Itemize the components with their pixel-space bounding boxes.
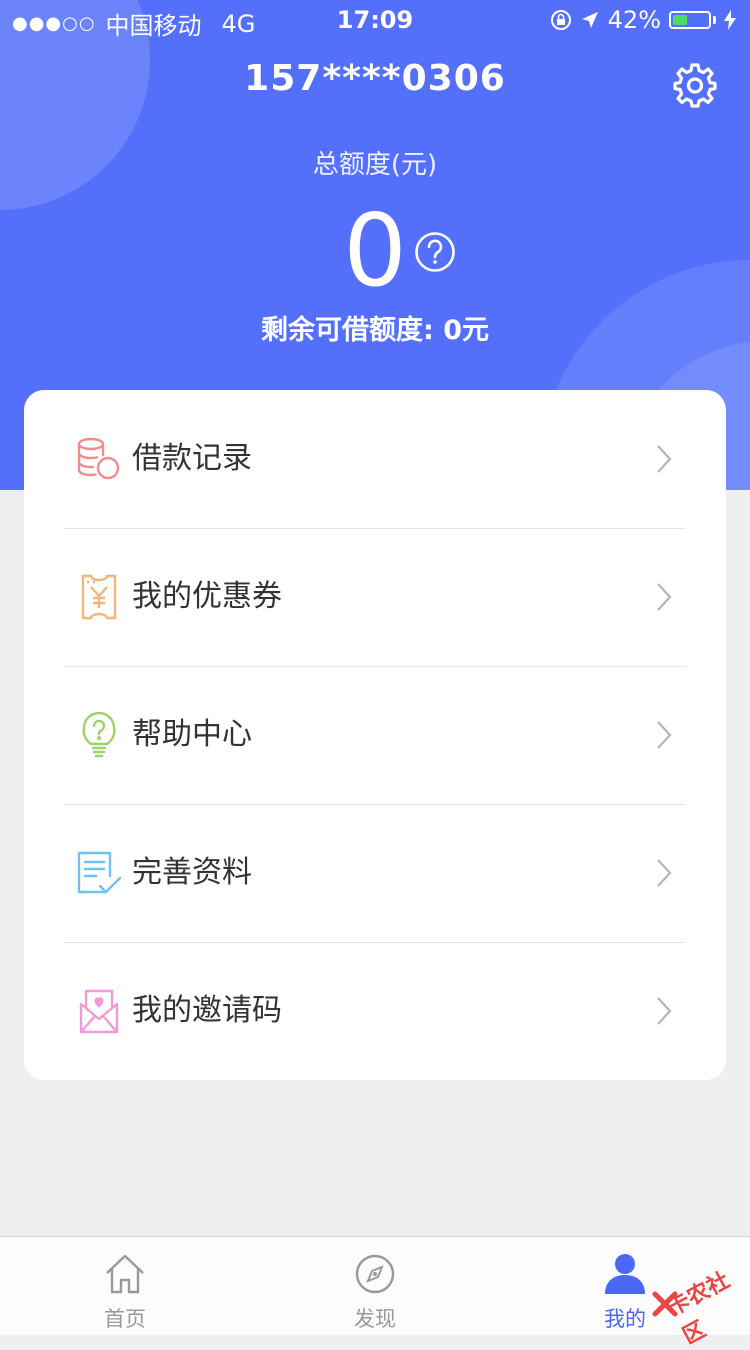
menu-item-complete-profile[interactable]: 完善资料: [64, 804, 686, 943]
menu-item-label: 借款记录: [132, 441, 252, 476]
chevron-right-icon: [657, 445, 672, 473]
battery-tip: [713, 16, 716, 24]
tab-bar: 首页 发现 我的: [0, 1236, 750, 1335]
rotation-lock-icon: [550, 10, 571, 30]
user-icon: [605, 1254, 645, 1294]
chevron-right-icon: [657, 721, 672, 749]
gear-icon[interactable]: [672, 62, 718, 108]
menu-item-help-center[interactable]: 帮助中心: [64, 666, 686, 805]
envelope-heart-icon: [79, 989, 119, 1034]
menu-item-invite-code[interactable]: 我的邀请码: [64, 942, 686, 1080]
document-check-icon: [77, 851, 122, 894]
question-circle-icon[interactable]: [414, 231, 456, 273]
lightbulb-icon: [82, 712, 116, 758]
battery-percent: 42%: [607, 6, 661, 34]
tab-discover[interactable]: 发现: [250, 1237, 500, 1335]
coins-icon: [77, 437, 120, 480]
user-phone: 157****0306: [244, 58, 506, 99]
menu-item-label: 完善资料: [132, 855, 252, 890]
compass-icon: [355, 1254, 395, 1294]
charging-bolt-icon: [724, 10, 736, 30]
menu-item-loan-records[interactable]: 借款记录: [64, 390, 686, 529]
chevron-right-icon: [657, 997, 672, 1025]
chevron-right-icon: [657, 583, 672, 611]
menu-item-label: 我的优惠券: [132, 579, 282, 614]
remaining-limit: 剩余可借额度: 0元: [261, 315, 489, 346]
tab-home[interactable]: 首页: [0, 1237, 250, 1335]
location-arrow-icon: [581, 12, 598, 28]
tab-label: 首页: [104, 1307, 146, 1331]
menu-item-label: 我的邀请码: [132, 993, 282, 1028]
total-limit-amount: 0: [343, 192, 407, 309]
menu-item-label: 帮助中心: [132, 717, 252, 752]
coupon-icon: [81, 574, 117, 620]
status-bar: ●●●○○ 中国移动 4G 17:09 42%: [0, 0, 750, 40]
chevron-right-icon: [657, 859, 672, 887]
battery-icon: [669, 11, 711, 29]
total-limit-label: 总额度(元): [312, 150, 438, 180]
menu-item-coupons[interactable]: 我的优惠券: [64, 528, 686, 667]
tab-label: 发现: [354, 1307, 396, 1331]
battery-level: [673, 15, 687, 25]
home-icon: [106, 1254, 144, 1294]
menu-card: 借款记录 我的优惠券 帮助中心 完善资料 我的邀请码: [24, 390, 726, 1080]
